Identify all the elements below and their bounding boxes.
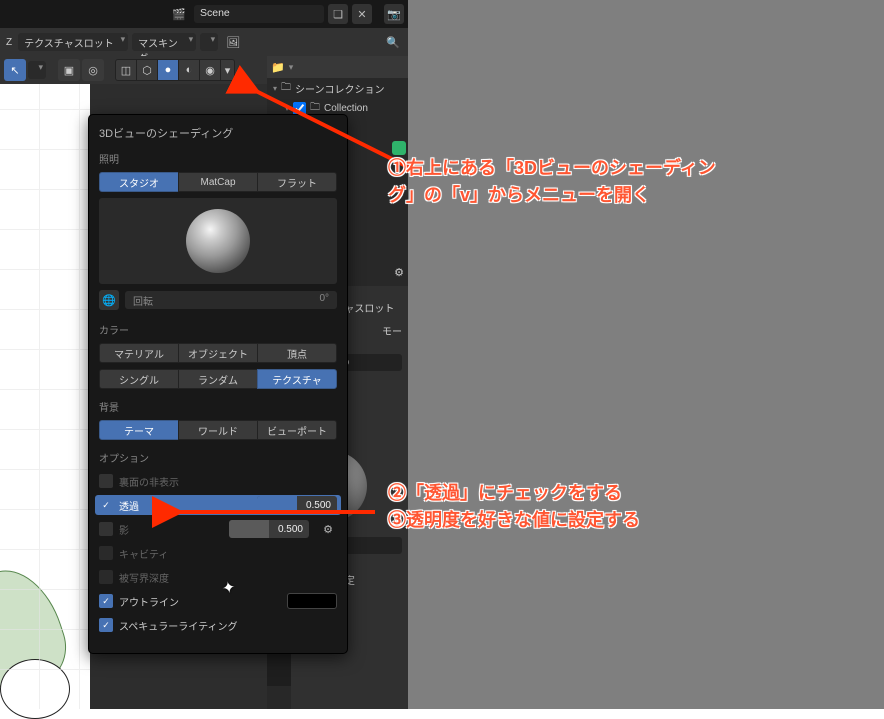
search-icon[interactable]: 🔍 (382, 33, 404, 51)
xray-label: 透過 (119, 498, 139, 513)
cursor-icon[interactable]: ◎ (82, 59, 104, 81)
view-layer-icon[interactable]: 📷 (384, 4, 404, 24)
material-shading-button[interactable]: ◐ (178, 59, 200, 81)
shadow-label: 影 (119, 522, 129, 537)
background-section-label: 背景 (99, 399, 337, 414)
toggle-icon[interactable] (392, 141, 406, 155)
rotation-field[interactable]: 回転 0° (125, 291, 337, 309)
axis-label: Z (4, 37, 14, 48)
cavity-label: キャビティ (119, 546, 168, 561)
outline-checkbox[interactable] (99, 594, 113, 608)
mesh-leaf[interactable] (0, 558, 76, 700)
shading-dropdown-button[interactable]: ▾ (221, 59, 235, 81)
texture-slot-dropdown[interactable]: テクスチャスロット (18, 33, 128, 51)
xray-value-field[interactable]: 0.500 (257, 496, 337, 514)
collection-vis-checkbox[interactable] (293, 102, 306, 115)
scene-name-field[interactable]: Scene (194, 5, 324, 23)
world-space-toggle[interactable]: 🌐 (99, 290, 119, 310)
color-random-button[interactable]: ランダム (178, 369, 258, 389)
popover-title: 3Dビューのシェーディング (99, 125, 337, 141)
scene-collection-item[interactable]: ▾ 🗀 シーンコレクション (267, 78, 408, 98)
gizmo-button[interactable]: ↖ (4, 59, 26, 81)
top-header: 🎬 Scene ❏ ✕ 📷 (0, 0, 408, 28)
shading-popover: 3Dビューのシェーディング 照明 スタジオ MatCap フラット 🌐 回転 0… (88, 114, 348, 654)
overlay-icon[interactable]: 🖼 (222, 33, 244, 51)
dof-checkbox[interactable] (99, 570, 113, 584)
color-object-button[interactable]: オブジェクト (178, 343, 258, 363)
unlink-scene-button[interactable]: ✕ (352, 4, 372, 24)
xray-row: 透過 0.500 (95, 495, 341, 515)
lighting-segmented: スタジオ MatCap フラット (99, 172, 337, 192)
masking-dropdown[interactable]: マスキング (132, 33, 196, 51)
gizmo-dropdown[interactable] (28, 61, 46, 79)
outline-label: アウトライン (119, 594, 179, 609)
overlay-dropdown-button[interactable] (200, 33, 218, 51)
cavity-checkbox[interactable] (99, 546, 113, 560)
annotation-1: ①右上にある「3Dビューのシェーディン グ」の「v」からメニューを開く (388, 155, 716, 209)
solid-shading-button[interactable]: ● (157, 59, 179, 81)
dof-row: 被写界深度 (99, 567, 337, 587)
shadow-checkbox[interactable] (99, 522, 113, 536)
shadow-row: 影 0.500 ⚙ (99, 519, 337, 539)
new-scene-button[interactable]: ❏ (328, 4, 348, 24)
filter-dropdown-icon[interactable]: ▾ (289, 62, 294, 73)
lighting-section-label: 照明 (99, 151, 337, 166)
shadow-settings-icon[interactable]: ⚙ (319, 520, 337, 538)
xray-toggle[interactable]: ◫ (115, 59, 137, 81)
annotation-2: ②「透過」にチェックをする ③透明度を好きな値に設定する (388, 480, 640, 534)
preview-sphere-icon (186, 209, 250, 273)
backface-row: 裏面の非表示 (99, 471, 337, 491)
specular-checkbox[interactable] (99, 618, 113, 632)
specular-label: スペキュラーライティング (119, 618, 238, 633)
shadow-value-field[interactable]: 0.500 (229, 520, 309, 538)
outline-row: アウトライン (99, 591, 337, 611)
backface-checkbox[interactable] (99, 474, 113, 488)
lighting-matcap-button[interactable]: MatCap (178, 172, 258, 192)
color-vertex-button[interactable]: 頂点 (257, 343, 337, 363)
bg-world-button[interactable]: ワールド (178, 420, 258, 440)
color-section-label: カラー (99, 322, 337, 337)
color-material-button[interactable]: マテリアル (99, 343, 179, 363)
shading-mode-group: ◫ ⬡ ● ◐ ◉ ▾ (116, 59, 235, 81)
viewport-3d[interactable] (0, 84, 90, 709)
filter-icon[interactable]: 📁 (271, 61, 285, 74)
xray-checkbox[interactable] (99, 498, 113, 512)
bg-theme-button[interactable]: テーマ (99, 420, 179, 440)
color-seg1: マテリアル オブジェクト 頂点 (99, 343, 337, 363)
outline-color-swatch[interactable] (287, 593, 337, 609)
toolbar: Z テクスチャスロット マスキング 🖼 🔍 (0, 28, 408, 56)
specular-row: スペキュラーライティング (99, 615, 337, 635)
scene-icon: 🎬 (170, 5, 188, 23)
mesh-sphere[interactable] (0, 659, 70, 719)
lighting-flat-button[interactable]: フラット (257, 172, 337, 192)
options-section-label: オプション (99, 450, 337, 465)
studio-light-preview[interactable] (99, 198, 337, 284)
collection-icon: 🗀 (281, 80, 291, 97)
backface-label: 裏面の非表示 (119, 474, 179, 489)
dof-label: 被写界深度 (119, 570, 169, 585)
color-texture-button[interactable]: テクスチャ (257, 369, 337, 389)
rendered-shading-button[interactable]: ◉ (199, 59, 221, 81)
color-seg2: シングル ランダム テクスチャ (99, 369, 337, 389)
cavity-row: キャビティ (99, 543, 337, 563)
select-box-icon[interactable]: ▣ (58, 59, 80, 81)
gear-icon[interactable]: ⚙ (394, 266, 404, 279)
outliner-header: 📁 ▾ (267, 56, 408, 78)
bg-viewport-button[interactable]: ビューポート (257, 420, 337, 440)
lighting-studio-button[interactable]: スタジオ (99, 172, 179, 192)
wireframe-shading-button[interactable]: ⬡ (136, 59, 158, 81)
background-seg: テーマ ワールド ビューポート (99, 420, 337, 440)
color-single-button[interactable]: シングル (99, 369, 179, 389)
